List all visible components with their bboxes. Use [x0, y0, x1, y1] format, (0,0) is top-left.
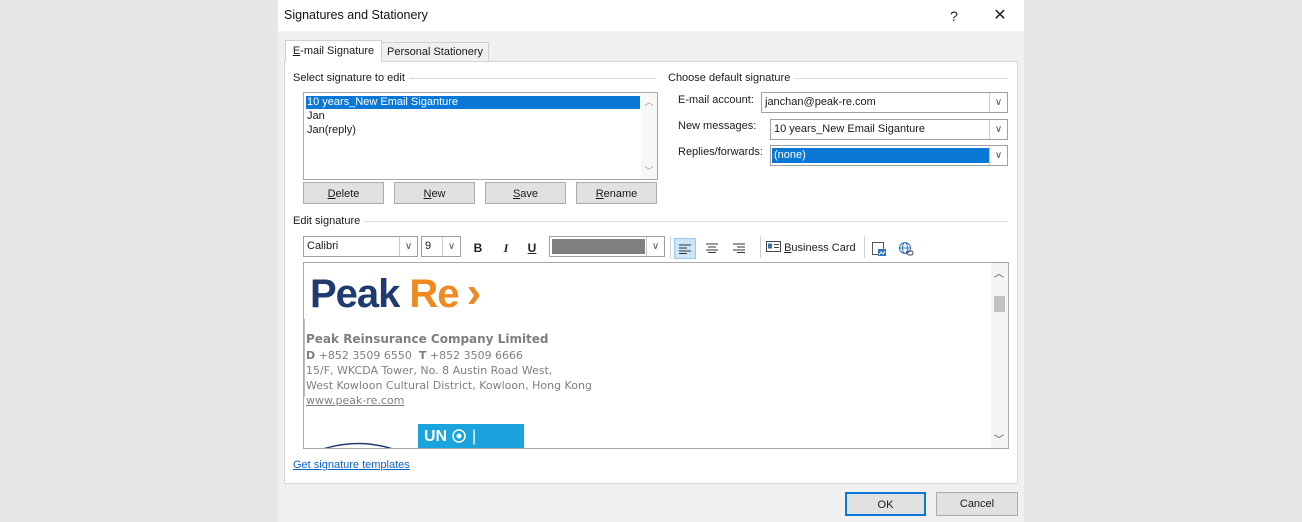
- chevron-down-icon[interactable]: ∨: [989, 120, 1007, 139]
- chevron-down-icon[interactable]: ∨: [989, 146, 1007, 165]
- scroll-thumb[interactable]: [994, 296, 1005, 312]
- replies-forwards-select[interactable]: (none) ∨: [770, 145, 1008, 166]
- company-name: Peak Reinsurance Company Limited: [306, 332, 549, 346]
- toolbar-divider: [760, 236, 761, 258]
- toolbar-divider: [670, 236, 671, 258]
- email-account-label: E-mail account:: [678, 94, 754, 106]
- toolbar-divider: [864, 236, 865, 258]
- un-emblem-icon: [451, 429, 466, 443]
- title-bar: Signatures and Stationery ? ✕: [278, 0, 1024, 31]
- align-right-icon[interactable]: [728, 238, 750, 259]
- dialog-title: Signatures and Stationery: [284, 8, 428, 22]
- list-item[interactable]: Jan(reply): [306, 124, 640, 137]
- ok-button[interactable]: OK: [845, 492, 926, 516]
- italic-button[interactable]: I: [497, 238, 515, 259]
- color-swatch: [552, 239, 645, 254]
- chevron-down-icon[interactable]: ∨: [646, 237, 664, 256]
- email-account-select[interactable]: janchan@peak-re.com ∨: [761, 92, 1008, 113]
- select-signature-label: Select signature to edit: [293, 72, 409, 84]
- align-center-icon[interactable]: [701, 238, 723, 259]
- business-card-icon: [766, 241, 781, 252]
- phone-line: D +852 3509 6550 T +852 3509 6666: [306, 349, 524, 362]
- tab-email-signature[interactable]: E-mail Signature: [285, 40, 382, 62]
- font-color-select[interactable]: ∨: [549, 236, 665, 257]
- cell-border: [304, 319, 305, 397]
- scroll-up-icon[interactable]: ︿: [991, 265, 1007, 280]
- signatures-dialog: Signatures and Stationery ? ✕ E-mail Sig…: [278, 0, 1024, 522]
- chevron-down-icon[interactable]: ∨: [989, 93, 1007, 112]
- new-messages-label: New messages:: [678, 120, 757, 132]
- list-scrollbar[interactable]: ︿ ﹀: [641, 93, 657, 179]
- align-left-icon[interactable]: [674, 238, 696, 259]
- save-button[interactable]: Save: [485, 182, 566, 204]
- signature-list[interactable]: 10 years_New Email Siganture Jan Jan(rep…: [303, 92, 658, 180]
- address-line-2: West Kowloon Cultural District, Kowloon,…: [306, 379, 592, 392]
- scroll-up-icon[interactable]: ︿: [641, 95, 657, 108]
- scroll-down-icon[interactable]: ﹀: [641, 164, 657, 177]
- close-button[interactable]: ✕: [989, 6, 1011, 26]
- chevron-down-icon[interactable]: ∨: [399, 237, 417, 256]
- font-size-select[interactable]: 9 ∨: [421, 236, 461, 257]
- group-divider: [293, 221, 1008, 222]
- edit-signature-label: Edit signature: [293, 215, 365, 227]
- list-item[interactable]: Jan: [306, 110, 640, 123]
- new-messages-select[interactable]: 10 years_New Email Siganture ∨: [770, 119, 1008, 140]
- tab-personal-stationery[interactable]: Personal Stationery: [381, 42, 489, 61]
- choose-default-label: Choose default signature: [668, 72, 795, 84]
- editor-scrollbar[interactable]: ︿ ﹀: [991, 263, 1008, 448]
- help-button[interactable]: ?: [943, 6, 965, 26]
- cancel-button[interactable]: Cancel: [936, 492, 1018, 516]
- un-global-compact-badge: UN |: [418, 424, 524, 448]
- list-item[interactable]: 10 years_New Email Siganture: [306, 96, 640, 109]
- insert-hyperlink-icon[interactable]: [895, 238, 917, 259]
- replies-forwards-label: Replies/forwards:: [678, 146, 763, 158]
- bold-button[interactable]: B: [469, 238, 487, 259]
- scroll-down-icon[interactable]: ﹀: [991, 431, 1007, 446]
- business-card-button[interactable]: Business Card: [766, 238, 858, 259]
- signature-panel: Select signature to edit 10 years_New Em…: [284, 61, 1018, 484]
- signature-editor[interactable]: Peak Re › Peak Reinsurance Company Limited…: [303, 262, 1009, 449]
- peak-re-logo: Peak Re ›: [310, 268, 481, 317]
- insert-picture-icon[interactable]: [868, 238, 890, 259]
- font-name-select[interactable]: Calibri ∨: [303, 236, 418, 257]
- delete-button[interactable]: Delete: [303, 182, 384, 204]
- new-button[interactable]: New: [394, 182, 475, 204]
- address-line-1: 15/F, WKCDA Tower, No. 8 Austin Road Wes…: [306, 364, 553, 377]
- chevron-down-icon[interactable]: ∨: [442, 237, 460, 256]
- rename-button[interactable]: Rename: [576, 182, 657, 204]
- website-link[interactable]: www.peak-re.com: [306, 394, 404, 407]
- underline-button[interactable]: U: [523, 238, 541, 259]
- seal-graphic: [323, 442, 393, 448]
- get-signature-templates-link[interactable]: Get signature templates: [293, 459, 410, 471]
